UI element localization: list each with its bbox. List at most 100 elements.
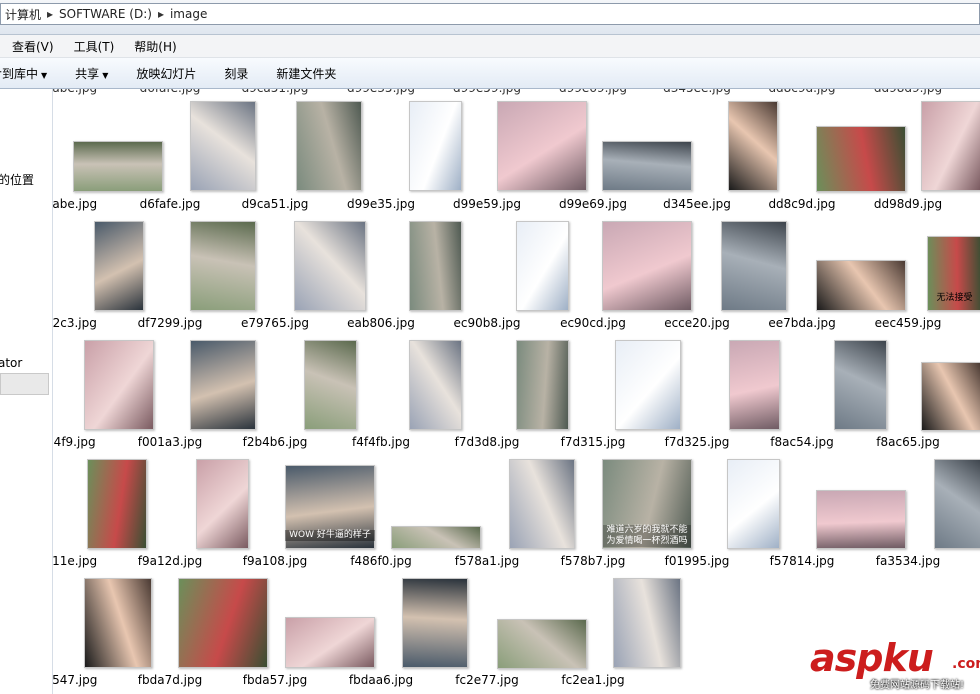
file-name-label: d9ca51.jpg bbox=[225, 89, 325, 95]
file-name-label[interactable]: ecce20.jpg bbox=[647, 316, 747, 330]
file-thumbnail[interactable] bbox=[304, 340, 357, 430]
file-name-label[interactable]: f7d325.jpg bbox=[647, 435, 747, 449]
file-thumbnail[interactable] bbox=[84, 578, 152, 668]
nav-item-locations[interactable]: 的位置 bbox=[0, 171, 34, 188]
file-name-label[interactable]: e79765.jpg bbox=[225, 316, 325, 330]
file-name-label[interactable]: d99e59.jpg bbox=[437, 197, 537, 211]
file-name-label[interactable]: fc2e77.jpg bbox=[437, 673, 537, 687]
file-thumbnail[interactable] bbox=[727, 459, 780, 549]
file-thumbnail[interactable] bbox=[87, 459, 147, 549]
burn-button[interactable]: 刻录 bbox=[224, 65, 248, 82]
file-thumbnail[interactable] bbox=[402, 578, 468, 668]
file-thumbnail[interactable] bbox=[391, 526, 481, 549]
file-thumbnail[interactable] bbox=[178, 578, 268, 668]
file-name-label[interactable]: d6fabe.jpg bbox=[53, 197, 115, 211]
file-name-label[interactable]: eab806.jpg bbox=[331, 316, 431, 330]
file-thumbnail[interactable] bbox=[94, 221, 144, 311]
file-thumbnail[interactable] bbox=[409, 221, 462, 311]
file-name-label[interactable]: fbda57.jpg bbox=[225, 673, 325, 687]
breadcrumb-separator-icon[interactable]: ▸ bbox=[158, 7, 164, 21]
file-thumbnail[interactable] bbox=[84, 340, 154, 430]
file-thumbnail[interactable] bbox=[196, 459, 249, 549]
file-thumbnail[interactable] bbox=[509, 459, 575, 549]
breadcrumb-folder[interactable]: image bbox=[170, 7, 207, 21]
file-name-label[interactable]: f9a11e.jpg bbox=[53, 554, 115, 568]
file-name-label[interactable]: f57814.jpg bbox=[752, 554, 852, 568]
file-thumbnail[interactable] bbox=[729, 340, 780, 430]
file-name-label[interactable]: df72c3.jpg bbox=[53, 316, 115, 330]
file-list[interactable]: d6fabe.jpg d6fafe.jpg d9ca51.jpg d99e35.jpg… bbox=[53, 89, 980, 694]
breadcrumb-separator-icon[interactable]: ▸ bbox=[47, 7, 53, 21]
file-name-label[interactable]: d9ca51.jpg bbox=[225, 197, 325, 211]
file-name-label[interactable]: f578a1.jpg bbox=[437, 554, 537, 568]
file-thumbnail[interactable] bbox=[409, 101, 462, 191]
file-thumbnail[interactable] bbox=[816, 490, 906, 549]
file-name-label[interactable]: f01995.jpg bbox=[647, 554, 747, 568]
file-thumbnail[interactable] bbox=[721, 221, 787, 311]
file-thumbnail[interactable] bbox=[816, 260, 906, 311]
file-name-label[interactable]: fc2ea1.jpg bbox=[543, 673, 643, 687]
file-name-label[interactable]: ec90cd.jpg bbox=[543, 316, 643, 330]
file-thumbnail[interactable] bbox=[921, 362, 980, 431]
file-thumbnail[interactable] bbox=[190, 101, 256, 191]
file-thumbnail[interactable] bbox=[834, 340, 887, 430]
file-thumbnail[interactable] bbox=[516, 340, 569, 430]
breadcrumb-drive[interactable]: SOFTWARE (D:) bbox=[59, 7, 152, 21]
file-name-label[interactable]: d6fafe.jpg bbox=[120, 197, 220, 211]
file-name-label[interactable]: ee7bda.jpg bbox=[752, 316, 852, 330]
file-name-label[interactable]: fa3534.jpg bbox=[858, 554, 958, 568]
address-bar[interactable]: 计算机 ▸ SOFTWARE (D:) ▸ image bbox=[0, 3, 980, 25]
file-thumbnail[interactable] bbox=[409, 340, 462, 430]
file-name-label[interactable]: f7d315.jpg bbox=[543, 435, 643, 449]
file-name-label[interactable]: f486f0.jpg bbox=[331, 554, 431, 568]
file-name-label[interactable]: f9a12d.jpg bbox=[120, 554, 220, 568]
file-name-label[interactable]: f2b4b6.jpg bbox=[225, 435, 325, 449]
file-name-label[interactable]: f578b7.jpg bbox=[543, 554, 643, 568]
file-name-label[interactable]: dd98d9.jpg bbox=[858, 197, 958, 211]
file-name-label[interactable]: f001a3.jpg bbox=[120, 435, 220, 449]
file-name-label[interactable]: dd8c9d.jpg bbox=[752, 197, 852, 211]
file-thumbnail[interactable] bbox=[497, 101, 587, 191]
menu-view[interactable]: 查看(V) bbox=[0, 38, 62, 55]
slideshow-button[interactable]: 放映幻灯片 bbox=[136, 65, 196, 82]
file-name-label[interactable]: f9a108.jpg bbox=[225, 554, 325, 568]
file-thumbnail[interactable] bbox=[816, 126, 906, 192]
file-name-label[interactable]: d99e35.jpg bbox=[331, 197, 431, 211]
file-thumbnail[interactable] bbox=[516, 221, 569, 311]
file-name-label[interactable]: ec90b8.jpg bbox=[437, 316, 537, 330]
file-thumbnail[interactable] bbox=[602, 141, 692, 191]
file-thumbnail[interactable] bbox=[602, 221, 692, 311]
file-thumbnail[interactable] bbox=[285, 617, 375, 668]
file-thumbnail[interactable] bbox=[728, 101, 778, 191]
file-name-label[interactable]: f8ac65.jpg bbox=[858, 435, 958, 449]
file-thumbnail[interactable] bbox=[73, 141, 163, 192]
file-name-label[interactable]: d345ee.jpg bbox=[647, 197, 747, 211]
file-name-label[interactable]: fbda7d.jpg bbox=[120, 673, 220, 687]
file-name-label[interactable]: df7299.jpg bbox=[120, 316, 220, 330]
menu-help[interactable]: 帮助(H) bbox=[122, 38, 184, 55]
breadcrumb-computer[interactable]: 计算机 bbox=[5, 6, 41, 23]
nav-item-administrator[interactable]: ator bbox=[0, 356, 22, 370]
file-name-label[interactable]: d99e69.jpg bbox=[543, 197, 643, 211]
file-thumbnail[interactable] bbox=[296, 101, 362, 191]
include-in-library-button[interactable]: 含到库中▼ bbox=[0, 65, 47, 82]
file-thumbnail[interactable] bbox=[190, 340, 256, 430]
file-thumbnail[interactable] bbox=[921, 101, 980, 191]
file-thumbnail[interactable] bbox=[613, 578, 681, 668]
file-name-label[interactable]: f7d3d8.jpg bbox=[437, 435, 537, 449]
new-folder-button[interactable]: 新建文件夹 bbox=[276, 65, 336, 82]
file-thumbnail[interactable] bbox=[615, 340, 681, 430]
file-name-label[interactable]: fbdaa6.jpg bbox=[331, 673, 431, 687]
file-name-label[interactable]: eec459.jpg bbox=[858, 316, 958, 330]
file-name-label[interactable]: f4f4fb.jpg bbox=[331, 435, 431, 449]
file-name-label[interactable]: ef84f9.jpg bbox=[53, 435, 115, 449]
file-name-label[interactable]: fb0547.jpg bbox=[53, 673, 115, 687]
file-thumbnail[interactable] bbox=[294, 221, 366, 311]
file-thumbnail[interactable] bbox=[497, 619, 587, 669]
file-thumbnail[interactable] bbox=[190, 221, 256, 311]
nav-item-selected[interactable] bbox=[0, 373, 49, 395]
share-button[interactable]: 共享 ▼ bbox=[75, 65, 108, 82]
file-thumbnail[interactable] bbox=[934, 459, 980, 549]
file-name-label[interactable]: f8ac54.jpg bbox=[752, 435, 852, 449]
menu-tools[interactable]: 工具(T) bbox=[62, 38, 123, 55]
